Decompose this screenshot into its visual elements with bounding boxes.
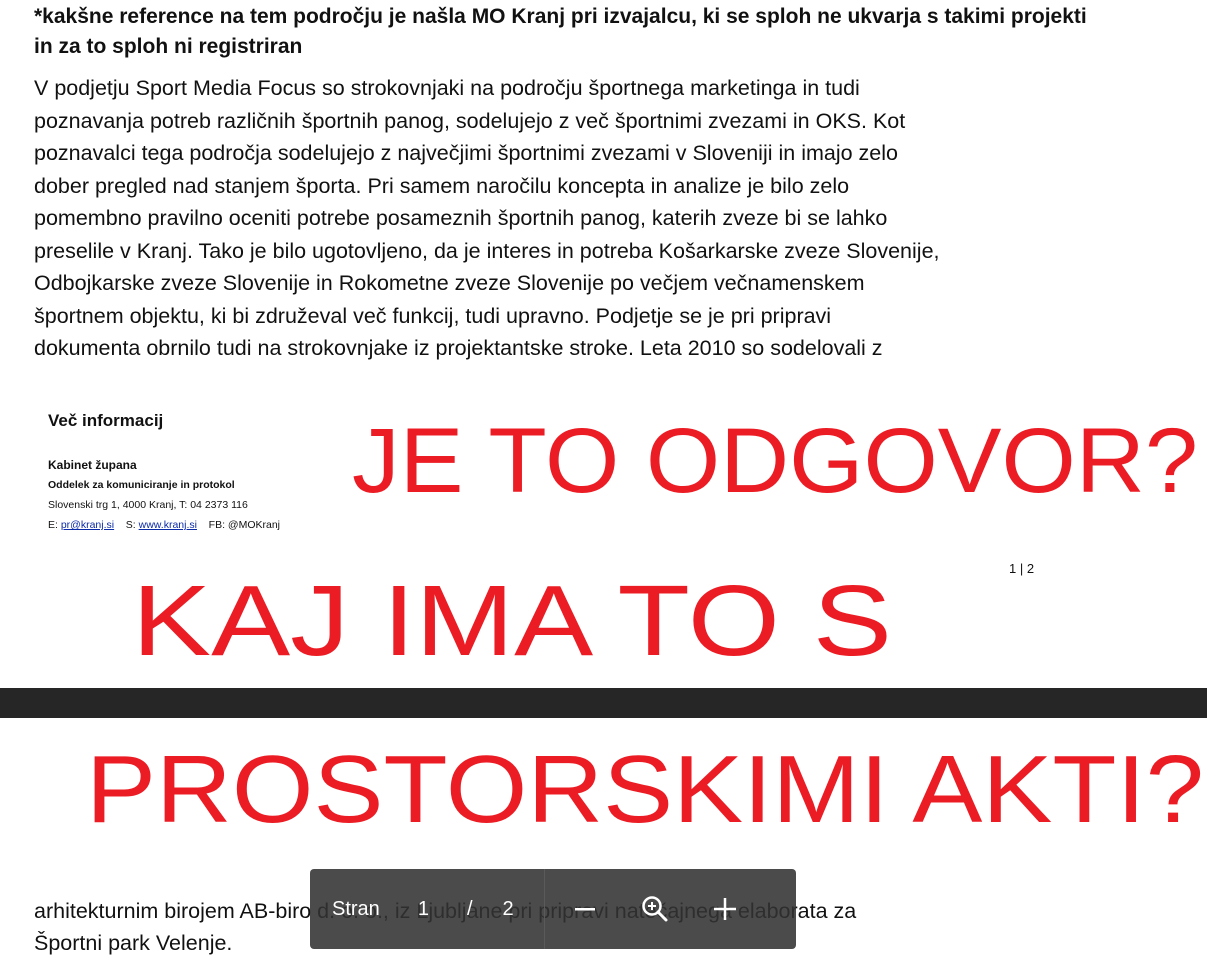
facebook-handle: FB: @MOKranj: [208, 519, 280, 531]
paragraph-line: poznavanja potreb različnih športnih pan…: [34, 108, 906, 133]
cabinet-label: Kabinet župana: [48, 458, 137, 472]
address-line: Slovenski trg 1, 4000 Kranj, T: 04 2373 …: [48, 499, 248, 511]
page-heading: *kakšne reference na tem področju je naš…: [34, 5, 1087, 58]
paragraph-line: preselile v Kranj. Tako je bilo ugotovlj…: [34, 238, 940, 263]
body-paragraph: V podjetju Sport Media Focus so strokovn…: [34, 72, 1134, 365]
zoom-in-button[interactable]: [703, 887, 747, 931]
zoom-out-button[interactable]: [563, 887, 607, 931]
department-label: Oddelek za komuniciranje in protokol: [48, 479, 235, 491]
page-label: Stran: [332, 897, 380, 920]
more-info-heading: Več informacij: [48, 411, 164, 430]
plus-icon: [713, 898, 736, 920]
paragraph-line: V podjetju Sport Media Focus so strokovn…: [34, 76, 860, 100]
page-number: 1 | 2: [1009, 561, 1035, 576]
web-prefix: S:: [125, 519, 139, 531]
contact-line: E: pr@kranj.si S: www.kranj.si FB: @MOKr…: [48, 516, 408, 534]
page-indicator: Stran 1 / 2: [310, 869, 514, 949]
pdf-page-1: *kakšne reference na tem področju je naš…: [0, 0, 1207, 688]
zoom-controls: [563, 869, 747, 949]
contact-footer: Več informacij Kabinet župana Oddelek za…: [48, 410, 408, 534]
pdf-toolbar: Stran 1 / 2: [310, 869, 796, 949]
paragraph-line: Odbojkarske zveze Slovenije in Rokometne…: [34, 271, 865, 295]
paragraph-line: pomembno pravilno oceniti potrebe posame…: [34, 206, 888, 230]
paragraph-line: dokumenta obrnilo tudi na strokovnjake i…: [34, 336, 883, 360]
email-link[interactable]: pr@kranj.si: [61, 519, 114, 531]
paragraph-line: dober pregled nad stanjem športa. Pri sa…: [34, 173, 850, 198]
current-page-input[interactable]: 1: [418, 898, 429, 921]
page-separator-slash: /: [466, 897, 473, 920]
zoom-fit-button[interactable]: [633, 887, 677, 931]
minus-icon: [574, 908, 595, 911]
paragraph-line: poznavalci tega področja sodelujejo z na…: [34, 141, 898, 165]
toolbar-divider: [543, 869, 545, 949]
email-prefix: E:: [48, 519, 61, 531]
paragraph-line: športnem objektu, ki bi združeval več fu…: [34, 303, 832, 328]
website-link[interactable]: www.kranj.si: [139, 519, 197, 531]
page-separator: [0, 688, 1207, 718]
total-pages: 2: [502, 897, 514, 920]
zoom-in-icon: [641, 896, 668, 922]
